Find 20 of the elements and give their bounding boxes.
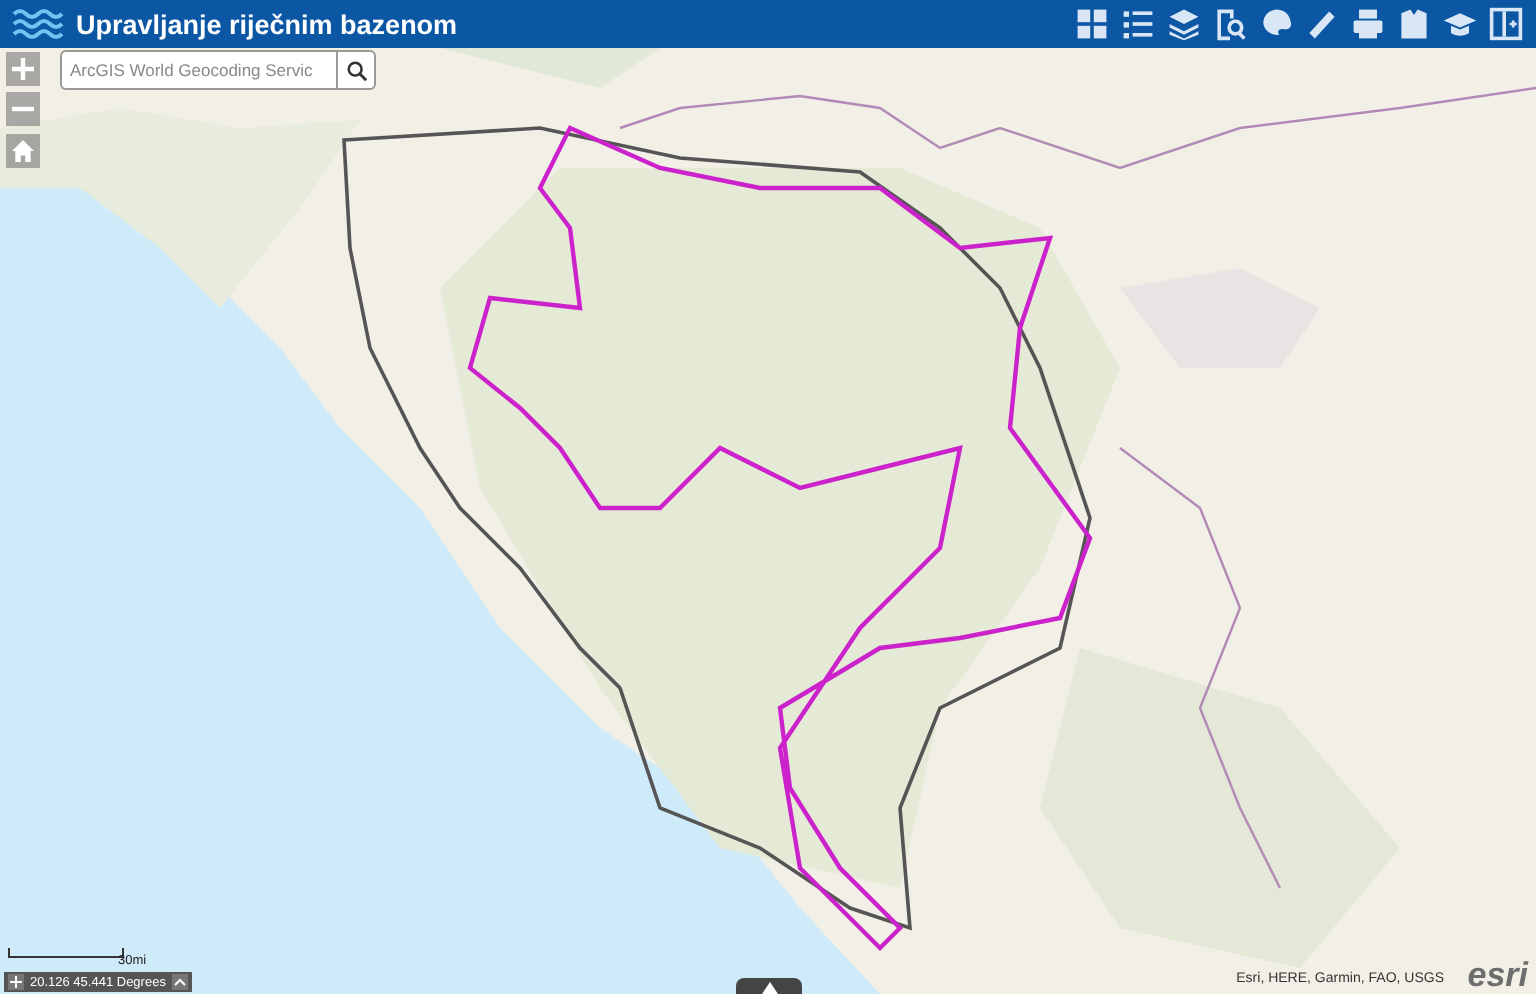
scale-bar [8,948,124,958]
plus-icon [12,58,34,80]
plus-icon[interactable] [8,974,24,990]
app-title: Upravljanje riječnim bazenom [76,9,460,39]
search-button[interactable] [336,50,376,90]
ruler-icon[interactable] [1304,6,1340,42]
caret-icon[interactable] [171,974,188,990]
list-icon[interactable] [1120,6,1156,42]
caret-icon [761,982,777,994]
panel-icon[interactable] [1488,6,1524,42]
waves-icon [12,8,64,40]
panel-toggle-button[interactable] [736,978,802,994]
search-icon [345,59,367,81]
esri-logo: esri [1467,956,1528,994]
search-icon[interactable] [1212,6,1248,42]
layers-icon[interactable] [1166,6,1202,42]
home-icon [12,140,34,162]
grid-icon[interactable] [1074,6,1110,42]
search-field[interactable]: ArcGIS World Geocoding Servic [60,50,336,90]
print-icon[interactable] [1350,6,1386,42]
